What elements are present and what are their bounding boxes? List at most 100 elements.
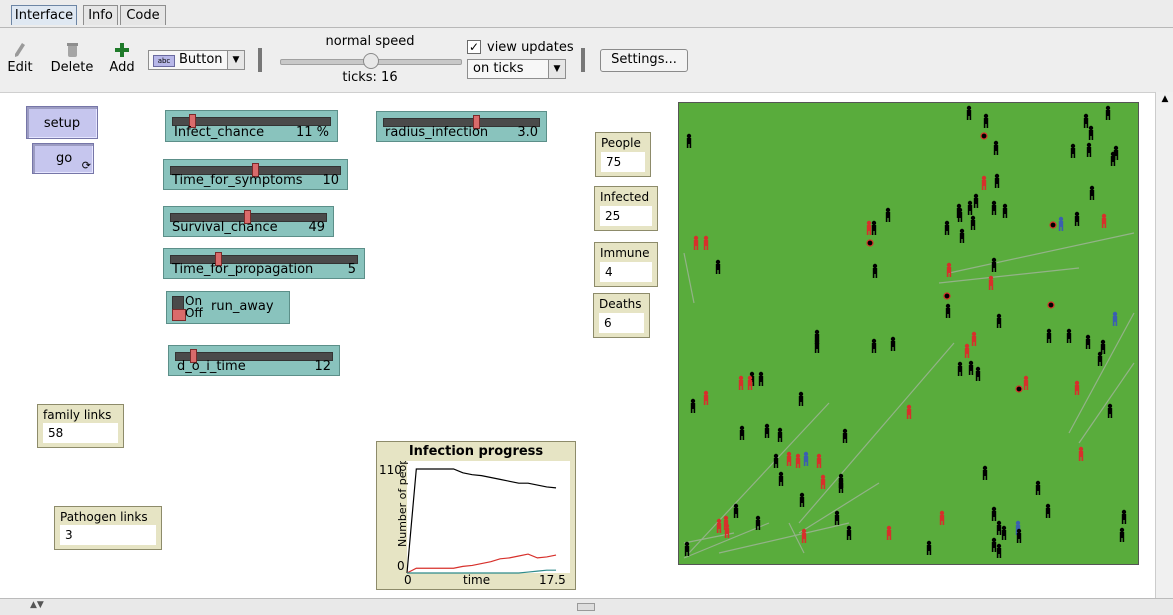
person-icon [1107, 403, 1113, 418]
vertical-scrollbar[interactable]: ▲ [1155, 92, 1173, 598]
ticks-counter: ticks: 16 [342, 70, 398, 85]
person-icon [690, 398, 696, 413]
slider-value: 12 [314, 359, 331, 374]
person-icon [991, 506, 997, 521]
infected-person-icon [747, 375, 753, 390]
edit-button[interactable]: Edit [6, 42, 34, 75]
person-icon [1002, 203, 1008, 218]
chevron-down-icon[interactable]: ▼ [548, 60, 565, 78]
setup-button[interactable]: setup [26, 106, 98, 139]
monitor-infected: Infected 25 [594, 186, 658, 231]
person-icon [994, 173, 1000, 188]
person-icon [996, 520, 1002, 535]
monitor-label: People [601, 136, 641, 150]
person-icon [982, 465, 988, 480]
dead-person-marker [1015, 385, 1023, 393]
widget-type-select[interactable]: abc Button ▼ [148, 50, 245, 70]
person-icon [1110, 151, 1116, 166]
speed-label: normal speed [325, 34, 415, 49]
world-view[interactable] [678, 102, 1139, 565]
person-icon [1088, 125, 1094, 140]
switch-run-away[interactable]: On Off run_away [166, 291, 290, 324]
switch-thumb[interactable] [172, 309, 186, 321]
settings-button[interactable]: Settings... [600, 49, 688, 72]
collapse-icon[interactable]: ▲▼ [30, 600, 44, 610]
add-button[interactable]: Add [107, 42, 137, 75]
person-icon [991, 537, 997, 552]
person-icon [968, 360, 974, 375]
infected-person-icon [724, 523, 730, 538]
splitter-handle[interactable] [577, 603, 595, 611]
view-updates-checkbox[interactable]: ✓ [467, 40, 481, 54]
person-icon [1070, 143, 1076, 158]
slider-value: 3.0 [517, 125, 538, 140]
delete-button[interactable]: Delete [49, 42, 95, 75]
dead-person-marker [980, 132, 988, 140]
toolbar: Edit Delete Add abc Button ▼ normal spee… [0, 28, 1173, 93]
switch-label: run_away [211, 299, 274, 314]
slider-time-for-symptoms[interactable]: Time_for_symptoms 10 [163, 159, 348, 190]
forever-icon: ⟳ [81, 159, 91, 172]
infected-person-icon [886, 525, 892, 540]
person-icon [838, 478, 844, 493]
infected-person-icon [816, 453, 822, 468]
monitor-pathogen-links: Pathogen links 3 [54, 506, 162, 550]
plot-xmin-label: 0 [404, 573, 412, 587]
person-icon [1100, 339, 1106, 354]
infected-person-icon [716, 518, 722, 533]
slider-infect-chance[interactable]: Infect_chance 11 % [165, 110, 338, 142]
person-icon [739, 425, 745, 440]
monitor-value: 4 [600, 262, 652, 282]
speed-slider-thumb[interactable] [363, 53, 379, 69]
slider-radius-infection[interactable]: radius_infection 3.0 [376, 111, 547, 142]
infected-person-icon [866, 220, 872, 235]
delete-label: Delete [50, 60, 94, 75]
infected-person-icon [820, 474, 826, 489]
monitor-label: family links [43, 408, 112, 422]
person-icon [957, 207, 963, 222]
person-icon [733, 503, 739, 518]
person-icon [1097, 351, 1103, 366]
world-canvas[interactable] [679, 103, 1138, 564]
slider-time-for-propagation[interactable]: Time_for_propagation 5 [163, 248, 365, 279]
infected-person-icon [988, 275, 994, 290]
tab-interface[interactable]: Interface [11, 5, 77, 25]
go-button[interactable]: go ⟳ [32, 143, 94, 174]
infected-person-icon [738, 375, 744, 390]
link-line [788, 522, 805, 554]
person-icon [970, 215, 976, 230]
person-icon [872, 263, 878, 278]
infected-person-icon [693, 235, 699, 250]
link-line [718, 522, 850, 554]
person-icon [1119, 527, 1125, 542]
person-icon [871, 338, 877, 353]
infected-person-icon [786, 451, 792, 466]
update-mode-select[interactable]: on ticks ▼ [467, 59, 566, 79]
person-icon [1074, 211, 1080, 226]
tab-code[interactable]: Code [120, 5, 166, 25]
infected-person-icon [946, 262, 952, 277]
person-icon [715, 259, 721, 274]
dead-person-marker [943, 292, 951, 300]
chevron-down-icon[interactable]: ▼ [227, 51, 244, 69]
person-icon [1035, 480, 1041, 495]
view-updates-label: view updates [487, 40, 574, 55]
command-center-bar[interactable]: ▲▼ [0, 598, 1173, 615]
slider-d-o-i-time[interactable]: d_o_i_time 12 [168, 345, 340, 376]
slider-label: Survival_chance [172, 220, 278, 235]
immune-person-icon [1058, 216, 1064, 231]
plot-area [407, 461, 570, 573]
monitor-label: Pathogen links [60, 510, 148, 524]
monitor-value: 6 [599, 313, 644, 333]
trash-icon [67, 43, 78, 57]
person-icon [1045, 503, 1051, 518]
person-icon [871, 220, 877, 235]
tab-info[interactable]: Info [83, 5, 118, 25]
person-icon [885, 207, 891, 222]
monitor-value: 58 [43, 423, 118, 443]
widget-type-value: Button [179, 52, 223, 67]
scroll-up-icon[interactable]: ▲ [1156, 94, 1173, 104]
slider-survival-chance[interactable]: Survival_chance 49 [163, 206, 334, 237]
link-line [1078, 362, 1135, 444]
slider-value: 10 [322, 173, 339, 188]
